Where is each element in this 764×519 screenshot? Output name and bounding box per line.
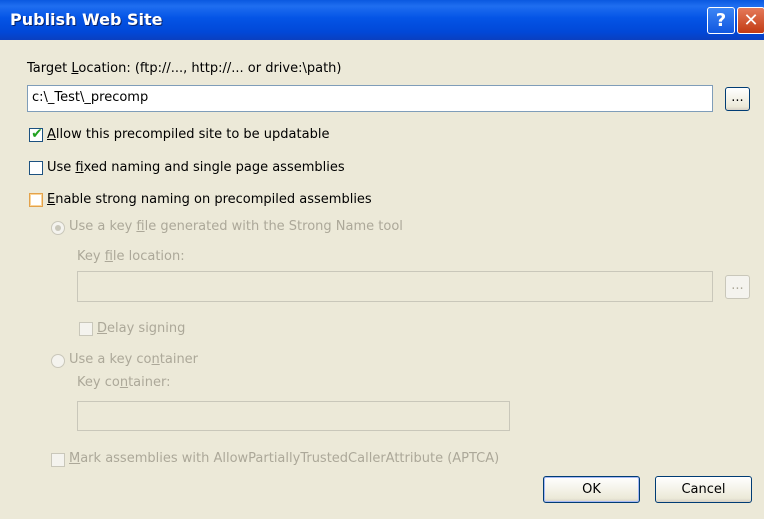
cancel-button-label: Cancel [681,482,726,497]
updatable-checkbox[interactable]: ✔ [29,126,43,142]
target-location-label: Target Location: (ftp://..., http://... … [27,61,342,76]
key-file-location-label: Key file location: [77,249,185,264]
key-container-radio-label-text: tainer [159,352,199,367]
ok-button-label: OK [582,482,601,497]
browse-target-label: ... [731,90,744,105]
help-button[interactable]: ? [707,7,735,34]
key-file-radio-label-accesskey: f [136,219,145,234]
key-file-radio-label-pre: Use a key [69,219,137,234]
key-container-label: Key container: [77,375,170,390]
key-container-radio-label[interactable]: Use a key container [69,352,198,367]
fixed-naming-label[interactable]: Use fixed naming and single page assembl… [47,160,345,175]
key-file-radio-label[interactable]: Use a key file generated with the Strong… [69,219,403,234]
key-container-radio[interactable] [51,354,65,368]
target-location-value: c:\_Test\_precomp [32,90,149,105]
key-container-label-accesskey: n [119,375,129,390]
delay-signing-label[interactable]: Delay signing [97,321,185,336]
updatable-label[interactable]: Allow this precompiled site to be updata… [47,127,329,142]
key-file-location-label-text: ile location: [112,249,185,264]
key-file-radio[interactable] [51,221,65,235]
target-location-input[interactable]: c:\_Test\_precomp [27,85,713,112]
key-file-location-label-pre: Key [77,249,105,264]
checkmark-icon: ✔ [31,126,43,142]
fixed-naming-checkbox[interactable] [29,161,43,175]
key-file-location-input[interactable] [77,271,713,302]
aptca-label[interactable]: Mark assemblies with AllowPartiallyTrust… [69,451,499,466]
delay-signing-checkbox[interactable] [79,322,93,336]
key-container-radio-label-pre: Use a key co [69,352,152,367]
strong-naming-checkbox[interactable] [29,193,43,207]
key-container-label-text: tainer: [128,375,171,390]
aptca-checkbox[interactable] [51,453,65,467]
browse-target-button[interactable]: ... [725,87,750,111]
aptca-label-text: ark assemblies with AllowPartiallyTruste… [80,451,500,466]
ok-button[interactable]: OK [543,476,640,503]
strong-naming-label-text: nable strong naming on precompiled assem… [55,192,372,207]
key-container-label-pre: Key co [77,375,120,390]
fixed-naming-label-pre: Use [47,160,76,175]
publish-web-site-dialog: Publish Web Site ? ✕ Target Location: (f… [0,0,764,519]
delay-signing-label-text: elay signing [107,321,186,336]
key-container-radio-label-accesskey: n [151,352,160,367]
title-bar[interactable]: Publish Web Site ? ✕ [0,0,764,40]
strong-naming-label-accesskey: E [47,192,56,207]
target-location-label-rest: ocation: (ftp://..., http://... or drive… [78,61,342,76]
browse-key-file-button[interactable]: ... [725,275,750,299]
updatable-label-text: llow this precompiled site to be updatab… [55,127,330,142]
close-icon: ✕ [743,10,759,31]
strong-naming-label[interactable]: Enable strong naming on precompiled asse… [47,192,372,207]
target-location-label-text: Target [27,61,72,76]
cancel-button[interactable]: Cancel [655,476,752,503]
help-icon: ? [715,10,727,31]
key-file-radio-label-text: ile generated with the Strong Name tool [144,219,403,234]
browse-key-file-label: ... [731,278,744,293]
updatable-label-accesskey: A [47,127,56,142]
key-file-location-label-accesskey: f [104,249,113,264]
key-container-input[interactable] [77,401,510,431]
radio-selected-dot [55,225,61,231]
close-button[interactable]: ✕ [737,7,764,34]
delay-signing-label-accesskey: D [97,321,108,336]
fixed-naming-label-text: ixed naming and single page assemblies [83,160,345,175]
dialog-title: Publish Web Site [10,10,163,29]
aptca-label-accesskey: M [69,451,81,466]
fixed-naming-label-accesskey: f [75,160,84,175]
